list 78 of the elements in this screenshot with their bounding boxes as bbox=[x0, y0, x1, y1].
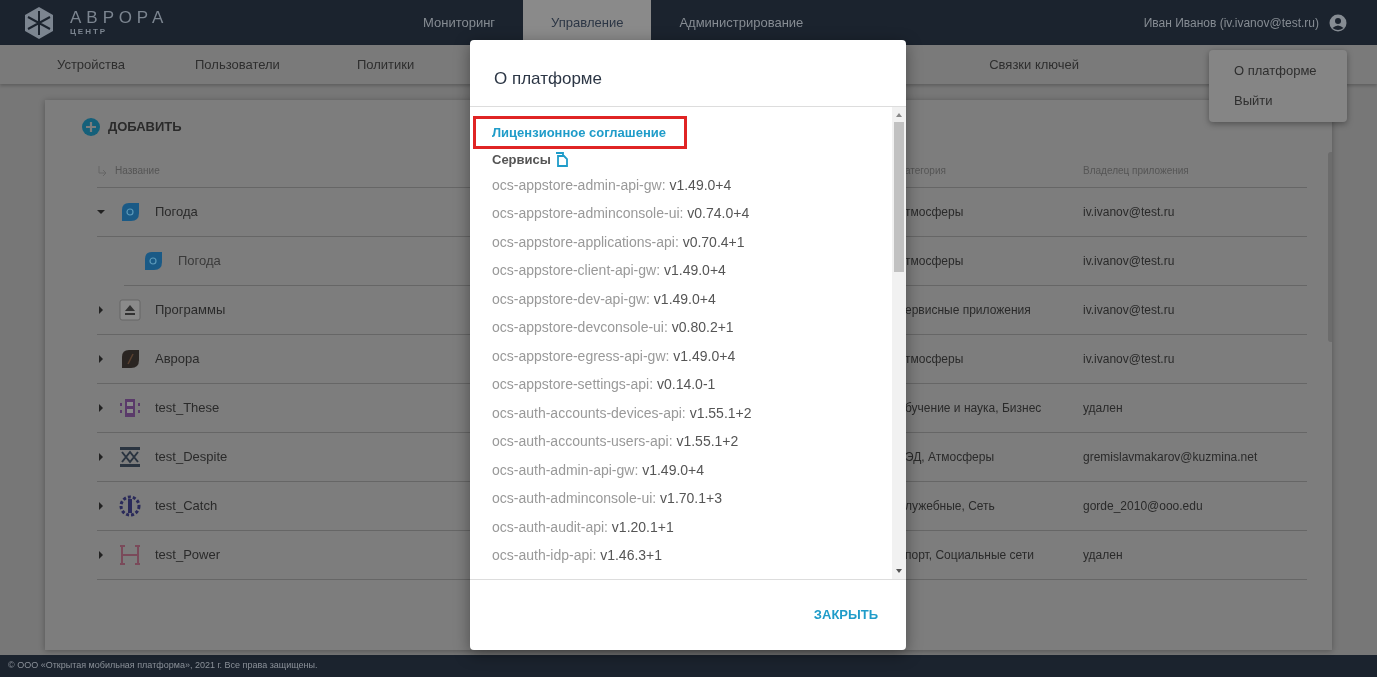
app-name: Погода bbox=[155, 203, 198, 222]
service-version: ocs-auth-audit-api: v1.20.1+1 bbox=[491, 517, 674, 537]
scroll-up-icon[interactable] bbox=[895, 111, 903, 119]
leaf-icon bbox=[119, 348, 141, 370]
service-version: ocs-appstore-applications-api: v0.70.4+1 bbox=[491, 232, 745, 252]
service-version: ocs-appstore-client-api-gw: v1.49.0+4 bbox=[491, 261, 726, 281]
category-cell-text: тмосферы bbox=[905, 204, 965, 221]
pattern-icon bbox=[119, 446, 141, 468]
owner-cell-text: gremislavmakarov@kuzmina.net bbox=[1083, 449, 1258, 466]
owner-cell-text: удален bbox=[1083, 547, 1123, 564]
service-version: ocs-auth-idp-api: v1.46.3+1 bbox=[491, 546, 663, 566]
logo-title: АВРОРА bbox=[70, 8, 170, 27]
caret-right-icon[interactable] bbox=[97, 551, 105, 559]
nav-tab[interactable]: Администрирование bbox=[651, 0, 832, 45]
service-version: ocs-appstore-adminconsole-ui: v0.74.0+4 bbox=[491, 204, 750, 224]
sub-nav-tab[interactable]: Устройства bbox=[57, 54, 125, 75]
leaf-icon bbox=[142, 250, 164, 272]
owner-cell-text: gorde_2010@ooo.edu bbox=[1083, 498, 1203, 515]
service-version: ocs-auth-admin-api-gw: v1.49.0+4 bbox=[491, 460, 705, 480]
caret-right-icon[interactable] bbox=[97, 404, 105, 412]
owner-cell-text: удален bbox=[1083, 400, 1123, 417]
film-strip-icon bbox=[119, 397, 141, 419]
pattern-icon bbox=[119, 495, 141, 517]
copy-icon[interactable] bbox=[554, 152, 569, 168]
app-name: test_Catch bbox=[155, 497, 218, 516]
service-version: ocs-auth-accounts-devices-api: v1.55.1+2 bbox=[491, 403, 752, 423]
app-name: test_These bbox=[155, 399, 220, 418]
category-cell-text: ервисные приложения bbox=[905, 302, 1032, 319]
category-cell-text: тмосферы bbox=[905, 253, 965, 270]
app-name: Программы bbox=[155, 301, 226, 320]
scroll-down-icon[interactable] bbox=[895, 567, 903, 575]
caret-right-icon[interactable] bbox=[97, 355, 105, 363]
service-version: ocs-appstore-admin-api-gw: v1.49.0+4 bbox=[491, 175, 732, 195]
sub-nav-tab[interactable]: Политики bbox=[356, 54, 415, 75]
logo-icon bbox=[22, 5, 56, 40]
app-name: Аврора bbox=[155, 350, 200, 369]
caret-right-icon[interactable] bbox=[97, 453, 105, 461]
sub-nav-tab[interactable]: Пользователи bbox=[195, 54, 280, 75]
owner-cell-text: iv.ivanov@test.ru bbox=[1083, 351, 1175, 368]
caret-right-icon[interactable] bbox=[97, 306, 105, 314]
sub-nav-tab[interactable]: Связки ключей bbox=[989, 54, 1080, 75]
caret-down-icon[interactable] bbox=[97, 208, 105, 216]
app-name: test_Despite bbox=[155, 448, 228, 467]
eject-icon bbox=[119, 299, 141, 321]
logo-subtitle: ЦЕНТР bbox=[70, 26, 109, 37]
app-name: Погода bbox=[178, 252, 221, 271]
copyright-text: © ООО «Открытая мобильная платформа», 2021 г. Все права защищены. bbox=[8, 659, 318, 673]
services-label: Сервисы bbox=[492, 151, 551, 170]
category-cell-text: бучение и наука, Бизнес bbox=[905, 400, 1043, 417]
owner-cell-text: iv.ivanov@test.ru bbox=[1083, 302, 1175, 319]
service-version: ocs-appstore-dev-api-gw: v1.49.0+4 bbox=[491, 289, 716, 309]
scrollbar[interactable] bbox=[892, 107, 906, 579]
service-version: ocs-auth-adminconsole-ui: v1.70.1+3 bbox=[491, 489, 722, 509]
add-button[interactable]: ДОБАВИТЬ bbox=[82, 117, 182, 137]
category-cell-text: порт, Социальные сети bbox=[905, 547, 1035, 564]
menu-item[interactable]: О платформе bbox=[1209, 56, 1347, 86]
plus-icon bbox=[82, 118, 100, 136]
owner-cell-text: iv.ivanov@test.ru bbox=[1083, 253, 1175, 270]
service-version: ocs-appstore-egress-api-gw: v1.49.0+4 bbox=[491, 346, 736, 366]
menu-item[interactable]: Выйти bbox=[1209, 86, 1347, 116]
user-name: Иван Иванов (iv.ivanov@test.ru) bbox=[1143, 14, 1319, 32]
close-button[interactable]: ЗАКРЫТЬ bbox=[805, 599, 886, 631]
app-name: test_Power bbox=[155, 546, 221, 565]
pattern-icon bbox=[119, 544, 141, 566]
dialog-title: О платформе bbox=[494, 68, 602, 91]
leaf-icon bbox=[119, 201, 141, 223]
service-version: ocs-appstore-settings-api: v0.14.0-1 bbox=[491, 375, 716, 395]
license-link[interactable]: Лицензионное соглашение bbox=[492, 122, 666, 143]
owner-cell-text: iv.ivanov@test.ru bbox=[1083, 204, 1175, 221]
category-cell-text: лужебные, Сеть bbox=[905, 498, 996, 515]
service-version: ocs-auth-accounts-users-api: v1.55.1+2 bbox=[491, 432, 739, 452]
nav-tab[interactable]: Мониторинг bbox=[395, 0, 524, 45]
caret-right-icon[interactable] bbox=[97, 502, 105, 510]
category-cell-text: ЭД, Атмосферы bbox=[905, 449, 996, 466]
service-version: ocs-appstore-devconsole-ui: v0.80.2+1 bbox=[491, 318, 734, 338]
category-cell-text: тмосферы bbox=[905, 351, 965, 368]
user-icon[interactable] bbox=[1329, 13, 1347, 32]
scrollbar-thumb[interactable] bbox=[894, 122, 904, 272]
